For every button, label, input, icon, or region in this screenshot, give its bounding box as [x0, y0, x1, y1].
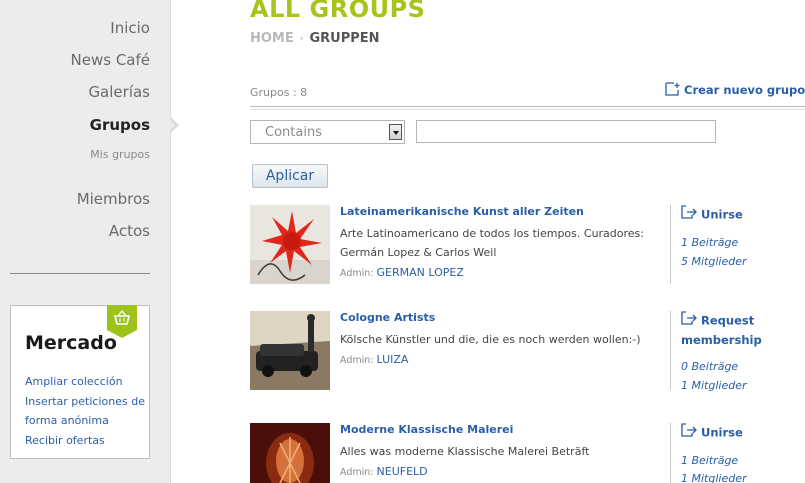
join-group-label: Unirse: [701, 425, 743, 440]
nav-item-inicio[interactable]: Inicio: [110, 19, 150, 37]
group-posts-count[interactable]: 0 Beiträge: [681, 360, 738, 373]
group-thumbnail[interactable]: [250, 205, 330, 284]
header-rule: [250, 106, 805, 107]
group-admin-label: Admin:: [340, 355, 374, 366]
mercado-link-ofertas[interactable]: Recibir ofertas: [25, 431, 145, 451]
mercado-links: Ampliar colección Insertar peticiones de…: [25, 372, 145, 450]
group-admin-name[interactable]: GERMAN LOPEZ: [377, 266, 464, 279]
nav-item-mis-grupos[interactable]: Mis grupos: [90, 148, 150, 161]
group-members-count[interactable]: 1 Mitglieder: [681, 472, 747, 483]
group-posts-count[interactable]: 1 Beiträge: [681, 236, 738, 249]
group-item: Cologne Artists Kölsche Künstler und die…: [250, 311, 805, 393]
filter-text-input[interactable]: [416, 120, 716, 143]
group-item: Moderne Klassische Malerei Alles was mod…: [250, 423, 805, 483]
group-admin-label: Admin:: [340, 467, 374, 478]
basket-icon: [107, 305, 137, 338]
group-item: Lateinamerikanische Kunst aller Zeiten A…: [250, 205, 805, 287]
chevron-down-icon[interactable]: [389, 124, 402, 140]
new-document-icon: [665, 82, 681, 99]
nav-item-news-cafe[interactable]: News Café: [71, 51, 150, 69]
breadcrumb-current: GRUPPEN: [309, 31, 380, 46]
group-title[interactable]: Moderne Klassische Malerei: [340, 423, 513, 436]
group-admin: Admin: NEUFELD: [340, 465, 428, 478]
group-description: Arte Latinoamericano de todos los tiempo…: [340, 227, 644, 259]
filter-mode-value: Contains: [265, 125, 322, 140]
join-group-label: Unirse: [701, 207, 743, 222]
group-thumbnail[interactable]: [250, 423, 330, 483]
page-title: ALL GROUPS: [250, 0, 426, 23]
join-icon: [681, 205, 697, 225]
group-admin: Admin: GERMAN LOPEZ: [340, 266, 464, 279]
nav-item-galerias[interactable]: Galerías: [88, 83, 150, 101]
join-group-button[interactable]: Unirse: [681, 205, 805, 225]
group-admin-name[interactable]: NEUFELD: [377, 465, 428, 478]
group-members-count[interactable]: 5 Mitglieder: [681, 255, 747, 268]
groups-count: Grupos : 8: [250, 86, 308, 99]
group-description: Alles was moderne Klassische Malerei Bet…: [340, 445, 590, 458]
group-admin-name[interactable]: LUIZA: [377, 353, 409, 366]
sidebar: Inicio News Café Galerías Grupos Mis gru…: [0, 0, 171, 483]
mercado-link-insertar[interactable]: Insertar peticiones de forma anónima: [25, 392, 145, 431]
header-rule-light: [250, 109, 805, 110]
breadcrumb: HOME › GRUPPEN: [250, 31, 380, 46]
request-membership-button[interactable]: Request membership: [681, 311, 805, 350]
join-icon: [681, 311, 697, 331]
group-thumbnail[interactable]: [250, 311, 330, 390]
join-icon: [681, 423, 697, 443]
group-divider: [670, 205, 671, 284]
breadcrumb-separator: ›: [299, 34, 304, 44]
nav-item-miembros[interactable]: Miembros: [77, 190, 150, 208]
group-divider: [670, 311, 671, 390]
group-title[interactable]: Lateinamerikanische Kunst aller Zeiten: [340, 205, 584, 218]
group-divider: [670, 423, 671, 483]
group-posts-count[interactable]: 1 Beiträge: [681, 454, 738, 467]
breadcrumb-home[interactable]: HOME: [250, 31, 294, 46]
mercado-box: Mercado Ampliar colección Insertar petic…: [10, 305, 150, 459]
group-admin-label: Admin:: [340, 268, 374, 279]
nav-item-actos[interactable]: Actos: [109, 222, 150, 240]
group-title[interactable]: Cologne Artists: [340, 311, 435, 324]
mercado-link-ampliar[interactable]: Ampliar colección: [25, 372, 145, 392]
create-group-button[interactable]: Crear nuevo grupo: [665, 82, 805, 99]
group-members-count[interactable]: 1 Mitglieder: [681, 379, 747, 392]
mercado-title: Mercado: [25, 332, 117, 354]
sidebar-divider: [10, 273, 150, 274]
filter-mode-select[interactable]: Contains: [250, 120, 405, 144]
nav-active-pointer: [167, 117, 175, 133]
group-description: Kölsche Künstler und die, die es noch we…: [340, 333, 641, 346]
apply-button[interactable]: Aplicar: [252, 164, 328, 188]
nav-item-grupos[interactable]: Grupos: [90, 116, 150, 134]
join-group-button[interactable]: Unirse: [681, 423, 805, 443]
group-admin: Admin: LUIZA: [340, 353, 408, 366]
create-group-label: Crear nuevo grupo: [684, 83, 805, 97]
